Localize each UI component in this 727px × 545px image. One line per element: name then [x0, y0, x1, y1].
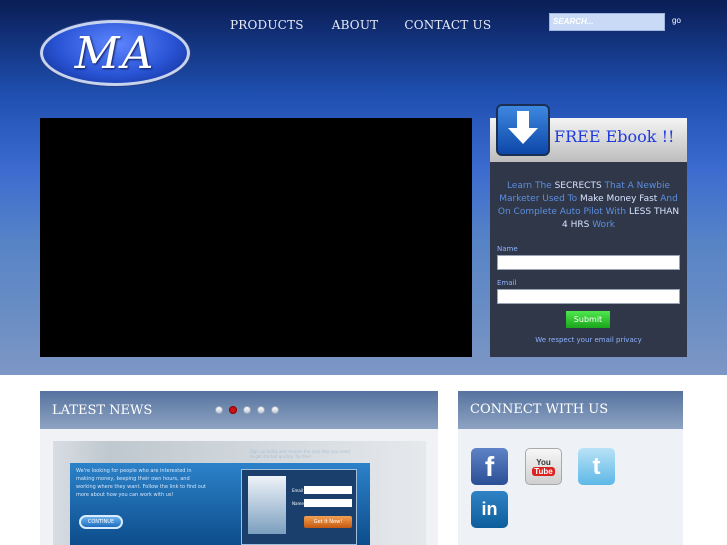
- slider-dot[interactable]: [215, 406, 223, 414]
- twitter-icon[interactable]: t: [578, 448, 615, 485]
- name-label: Name: [497, 245, 518, 253]
- nav-about[interactable]: ABOUT: [332, 18, 379, 32]
- search-input[interactable]: SEARCH...: [549, 13, 665, 31]
- slider-dots: [215, 406, 279, 414]
- connect-title: CONNECT WITH US: [470, 402, 609, 417]
- name-field[interactable]: [497, 255, 680, 270]
- mock-name-field: [304, 499, 352, 507]
- nav-contact-us[interactable]: CONTACT US: [404, 18, 491, 32]
- slide-intro-text: We're looking for people who are interes…: [76, 468, 206, 498]
- get-it-now-button[interactable]: Get It Now!: [304, 516, 352, 528]
- go-button[interactable]: go: [672, 16, 681, 25]
- slider-dot[interactable]: [243, 406, 251, 414]
- ebook-title: FREE Ebook !!: [554, 127, 675, 146]
- news-slide[interactable]: We're looking for people who are interes…: [53, 441, 426, 545]
- ebook-pitch: Learn The SECRECTS That A Newbie Markete…: [497, 181, 680, 230]
- slider-dot-active[interactable]: [229, 406, 237, 414]
- video-player[interactable]: [40, 118, 472, 357]
- website-screenshot-image: [248, 476, 286, 534]
- download-icon: [496, 104, 550, 156]
- mock-email-label: Email: [292, 488, 304, 493]
- connect-panel: CONNECT WITH US f You Tube t in: [458, 391, 683, 545]
- slide-top-text: Sign up today and receive the only step …: [250, 449, 350, 459]
- submit-button[interactable]: Submit: [566, 311, 610, 328]
- facebook-icon[interactable]: f: [471, 448, 508, 485]
- mock-name-label: Name: [292, 501, 304, 506]
- ebook-signup-panel: FREE Ebook !! Learn The SECRECTS That A …: [490, 104, 687, 357]
- nav-products[interactable]: PRODUCTS: [230, 18, 304, 32]
- email-field[interactable]: [497, 289, 680, 304]
- privacy-note: We respect your email privacy: [535, 336, 642, 344]
- youtube-icon[interactable]: You Tube: [525, 448, 562, 485]
- slide-signup-mockup: Email Name Get It Now!: [241, 469, 357, 545]
- latest-news-panel: LATEST NEWS We're looking for people who…: [40, 391, 438, 545]
- latest-news-title: LATEST NEWS: [52, 403, 153, 418]
- main-nav: PRODUCTS ABOUT CONTACT US: [230, 18, 491, 32]
- linkedin-icon[interactable]: in: [471, 491, 508, 528]
- mock-email-field: [304, 486, 352, 494]
- site-logo[interactable]: MA: [40, 20, 190, 86]
- email-label: Email: [497, 279, 517, 287]
- continue-button[interactable]: CONTINUE: [79, 515, 123, 529]
- logo-text: MA: [74, 27, 156, 79]
- slider-dot[interactable]: [271, 406, 279, 414]
- slider-dot[interactable]: [257, 406, 265, 414]
